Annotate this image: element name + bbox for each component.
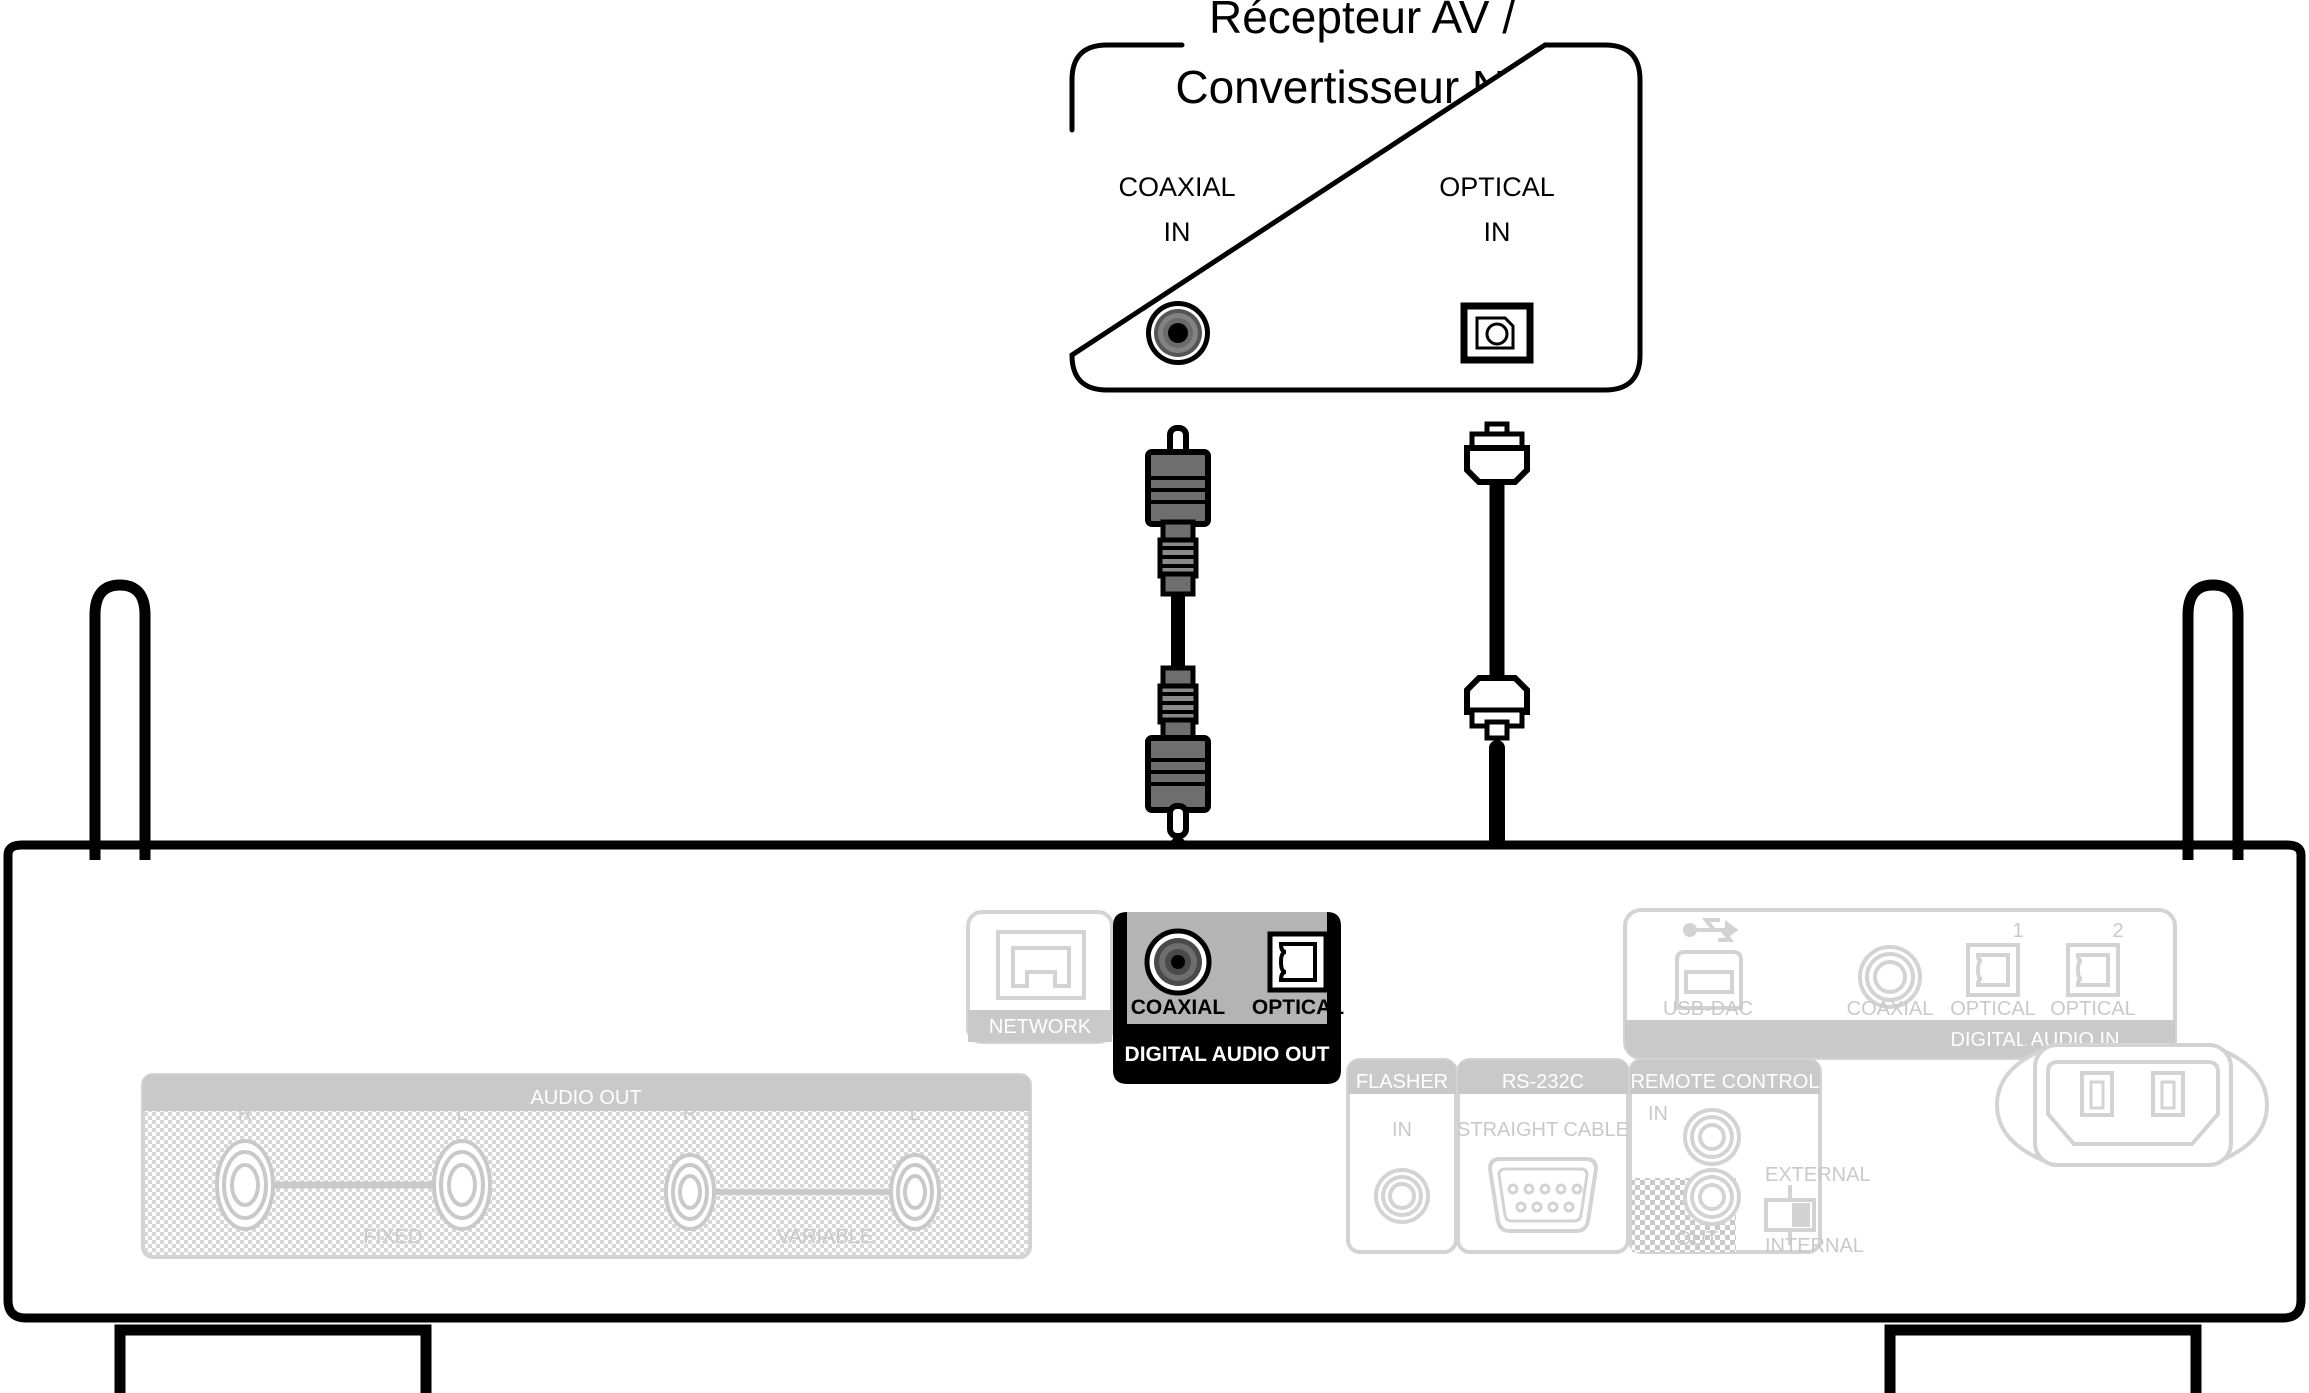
optical-in-2-index: 2 [2112, 920, 2123, 942]
flasher-in-jack[interactable] [1374, 1168, 1430, 1224]
top-coaxial-label-line2: IN [1164, 217, 1191, 247]
digital-audio-out-optical-label: OPTICAL [1252, 996, 1344, 1019]
top-device-title-line1: Récepteur AV / [1209, 0, 1515, 43]
flasher-block: FLASHER IN [1346, 1058, 1458, 1254]
diagram-canvas: Récepteur AV / Convertisseur N/A COAXIAL… [0, 0, 2309, 1393]
rs232c-header: RS-232C [1502, 1071, 1584, 1093]
top-optical-label-line1: OPTICAL [1439, 172, 1555, 202]
rs232c-db9-connector[interactable] [1487, 1157, 1599, 1233]
top-optical-label-line2: IN [1484, 217, 1511, 247]
digital-audio-out-coaxial-jack[interactable] [1144, 928, 1212, 996]
remote-control-internal-label: INTERNAL [1765, 1235, 1864, 1257]
remote-control-in-label: IN [1648, 1103, 1668, 1125]
audio-out-fixed-group-label: FIXED [364, 1226, 423, 1248]
ac-in-socket[interactable] [1994, 1043, 2270, 1167]
audio-out-fixed-r-jack[interactable] [215, 1139, 275, 1231]
remote-control-header: REMOTE CONTROL [1631, 1071, 1820, 1093]
optical-in-2-label: OPTICAL [2050, 998, 2136, 1020]
top-device-group: Récepteur AV / Convertisseur N/A COAXIAL… [1069, 0, 1643, 393]
digital-audio-in-block: DIGITAL AUDIO IN USB-DAC COAXIAL 1 OPTIC… [1623, 908, 2177, 1060]
audio-out-fixed-l-label: L [456, 1103, 467, 1125]
digital-audio-out-block: DIGITAL AUDIO OUT COAXIAL OPTICAL [1113, 912, 1344, 1084]
top-coaxial-in-jack[interactable] [1146, 301, 1210, 365]
main-device-panel: Bluetooth / Wi-Fi ANTENNA Bluetooth / Wi… [3, 579, 2306, 1393]
audio-out-fixed-r-label: R [238, 1103, 252, 1125]
audio-out-variable-group-label: VARIABLE [777, 1226, 873, 1248]
audio-out-variable-l-label: L [909, 1103, 920, 1125]
digital-audio-out-header: DIGITAL AUDIO OUT [1125, 1043, 1330, 1066]
left-antenna-rod[interactable] [89, 579, 151, 860]
optical-in-1-label: OPTICAL [1950, 998, 2036, 1020]
optical-in-1-jack[interactable] [1966, 943, 2020, 997]
remote-control-in-jack[interactable] [1683, 1108, 1741, 1166]
device-feet [114, 1324, 2202, 1393]
optical-in-1-index: 1 [2012, 920, 2023, 942]
digital-audio-in-coaxial-label: COAXIAL [1847, 998, 1934, 1020]
audio-out-header: AUDIO OUT [530, 1087, 641, 1109]
audio-out-variable-r-label: R [683, 1103, 697, 1125]
audio-out-fixed-l-jack[interactable] [432, 1139, 492, 1231]
audio-out-block: AUDIO OUT R L FIXED R L VARIABLE [141, 1073, 1032, 1259]
flasher-in-label: IN [1392, 1119, 1412, 1141]
remote-control-out-label: OUT [1676, 1228, 1718, 1250]
ac-in-block: AC IN [1988, 1041, 2270, 1167]
optical-in-2-jack[interactable] [2066, 943, 2120, 997]
rs232c-block: RS-232C STRAIGHT CABLE [1456, 1058, 1630, 1254]
top-coaxial-label-line1: COAXIAL [1118, 172, 1235, 202]
usb-dac-label: USB-DAC [1663, 998, 1753, 1020]
digital-audio-out-coaxial-label: COAXIAL [1131, 996, 1226, 1019]
network-rj45-jack[interactable] [996, 930, 1086, 1000]
remote-control-out-jack[interactable] [1683, 1168, 1741, 1226]
audio-out-variable-l-jack[interactable] [889, 1153, 941, 1231]
network-label: NETWORK [989, 1016, 1092, 1038]
remote-control-external-label: EXTERNAL [1765, 1164, 1871, 1186]
rs232c-cable-label: STRAIGHT CABLE [1457, 1119, 1629, 1141]
top-optical-in-jack[interactable] [1460, 302, 1534, 364]
digital-audio-out-optical-jack[interactable] [1267, 931, 1329, 993]
flasher-header: FLASHER [1356, 1071, 1448, 1093]
audio-out-variable-r-jack[interactable] [664, 1153, 716, 1231]
network-block: NETWORK [966, 910, 1114, 1044]
right-antenna-rod[interactable] [2182, 579, 2244, 860]
